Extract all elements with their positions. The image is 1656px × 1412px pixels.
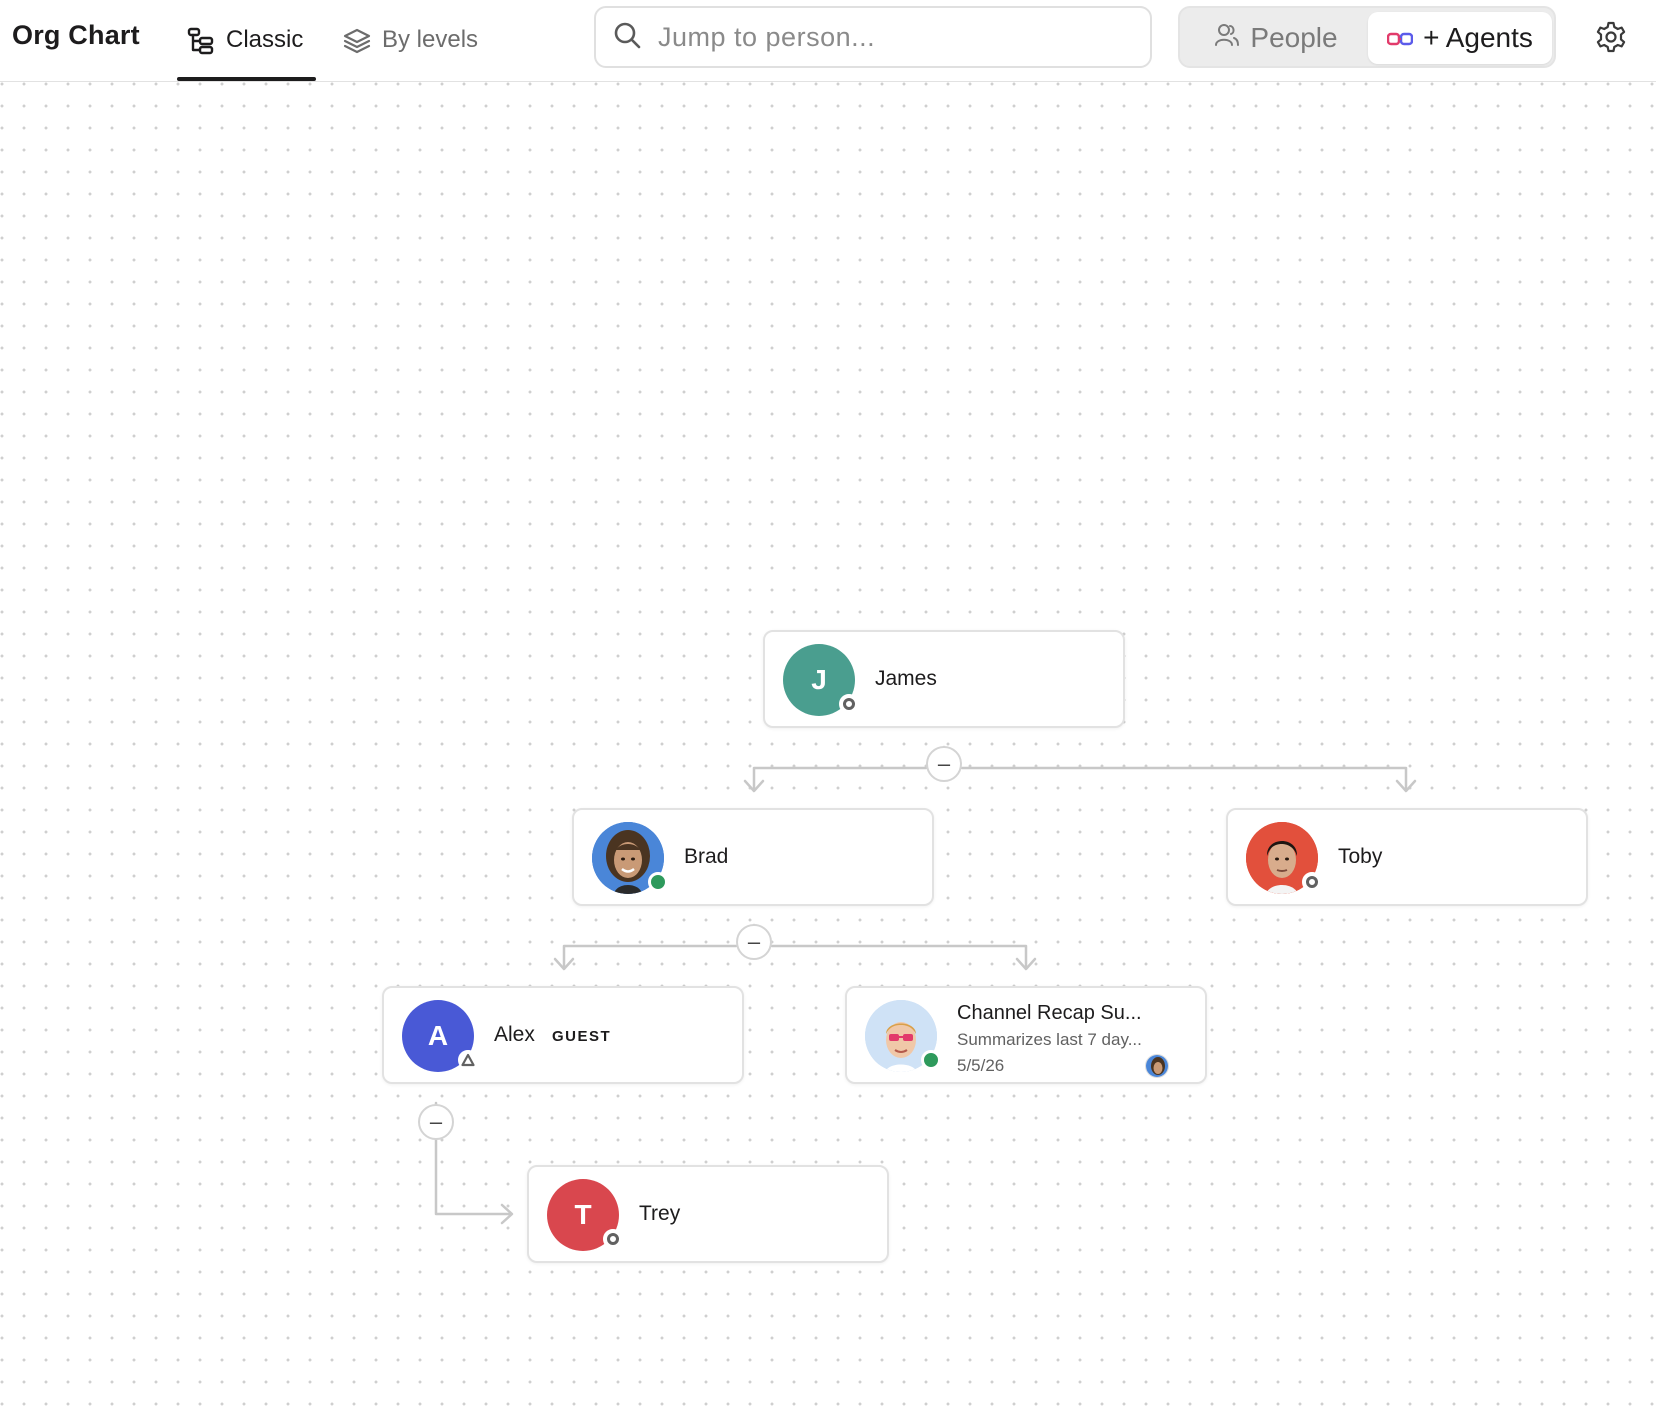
person-name: Brad: [684, 845, 729, 868]
avatar-initial: A: [427, 1020, 449, 1051]
gear-icon[interactable]: [1594, 20, 1628, 54]
agent-description: Summarizes last 7 day...: [957, 1030, 1142, 1049]
avatar-initial: T: [574, 1199, 592, 1230]
tab-by-levels[interactable]: By levels: [342, 22, 478, 82]
person-card-alex[interactable]: A Alex GUEST: [382, 986, 744, 1084]
agents-toggle-label: + Agents: [1423, 22, 1533, 53]
collapse-brad-button[interactable]: –: [736, 924, 772, 960]
person-name: James: [875, 667, 937, 690]
people-toggle-label: People: [1250, 22, 1338, 53]
agent-date: 5/5/26: [957, 1056, 1005, 1075]
agents-toggle-button[interactable]: + Agents: [1368, 12, 1552, 64]
active-tab-indicator: [177, 77, 316, 81]
people-icon: [1214, 22, 1240, 55]
owner-avatar-icon: [1145, 1054, 1169, 1078]
tree-icon: [186, 26, 216, 63]
tab-classic-label: Classic: [226, 26, 304, 53]
person-card-toby[interactable]: Toby: [1226, 808, 1588, 906]
avatar-initial: J: [811, 664, 827, 695]
tab-by-levels-label: By levels: [382, 26, 479, 53]
person-name: Alex: [494, 1023, 535, 1046]
status-away-icon: [839, 694, 859, 714]
guest-badge: GUEST: [552, 1028, 612, 1045]
page-title: Org Chart: [12, 20, 140, 50]
status-online-icon: [648, 872, 668, 892]
agent-card-channel-recap[interactable]: Channel Recap Su... Summarizes last 7 da…: [845, 986, 1207, 1084]
status-online-icon: [921, 1050, 941, 1070]
person-name: Toby: [1338, 845, 1383, 868]
tab-classic[interactable]: Classic: [186, 22, 303, 82]
search-bar[interactable]: [594, 6, 1152, 68]
collapse-james-button[interactable]: –: [926, 746, 962, 782]
person-card-brad[interactable]: Brad: [572, 808, 934, 906]
person-card-trey[interactable]: T Trey: [527, 1165, 889, 1263]
agent-glasses-icon: [1386, 22, 1414, 54]
top-bar: Org Chart Classic By levels Jump to pers…: [0, 0, 1656, 82]
people-toggle-button[interactable]: People: [1190, 12, 1362, 64]
person-name: Trey: [639, 1202, 681, 1225]
collapse-alex-button[interactable]: –: [418, 1104, 454, 1140]
agent-name: Channel Recap Su...: [957, 1002, 1142, 1024]
layers-icon: [342, 26, 372, 63]
status-away-icon: [603, 1229, 623, 1249]
person-card-james[interactable]: J James: [763, 630, 1125, 728]
search-input[interactable]: [658, 21, 1118, 53]
guest-status-icon: [458, 1050, 478, 1070]
status-away-icon: [1302, 872, 1322, 892]
search-icon: [612, 20, 658, 55]
people-agents-toggle: People + Agents: [1178, 6, 1556, 68]
